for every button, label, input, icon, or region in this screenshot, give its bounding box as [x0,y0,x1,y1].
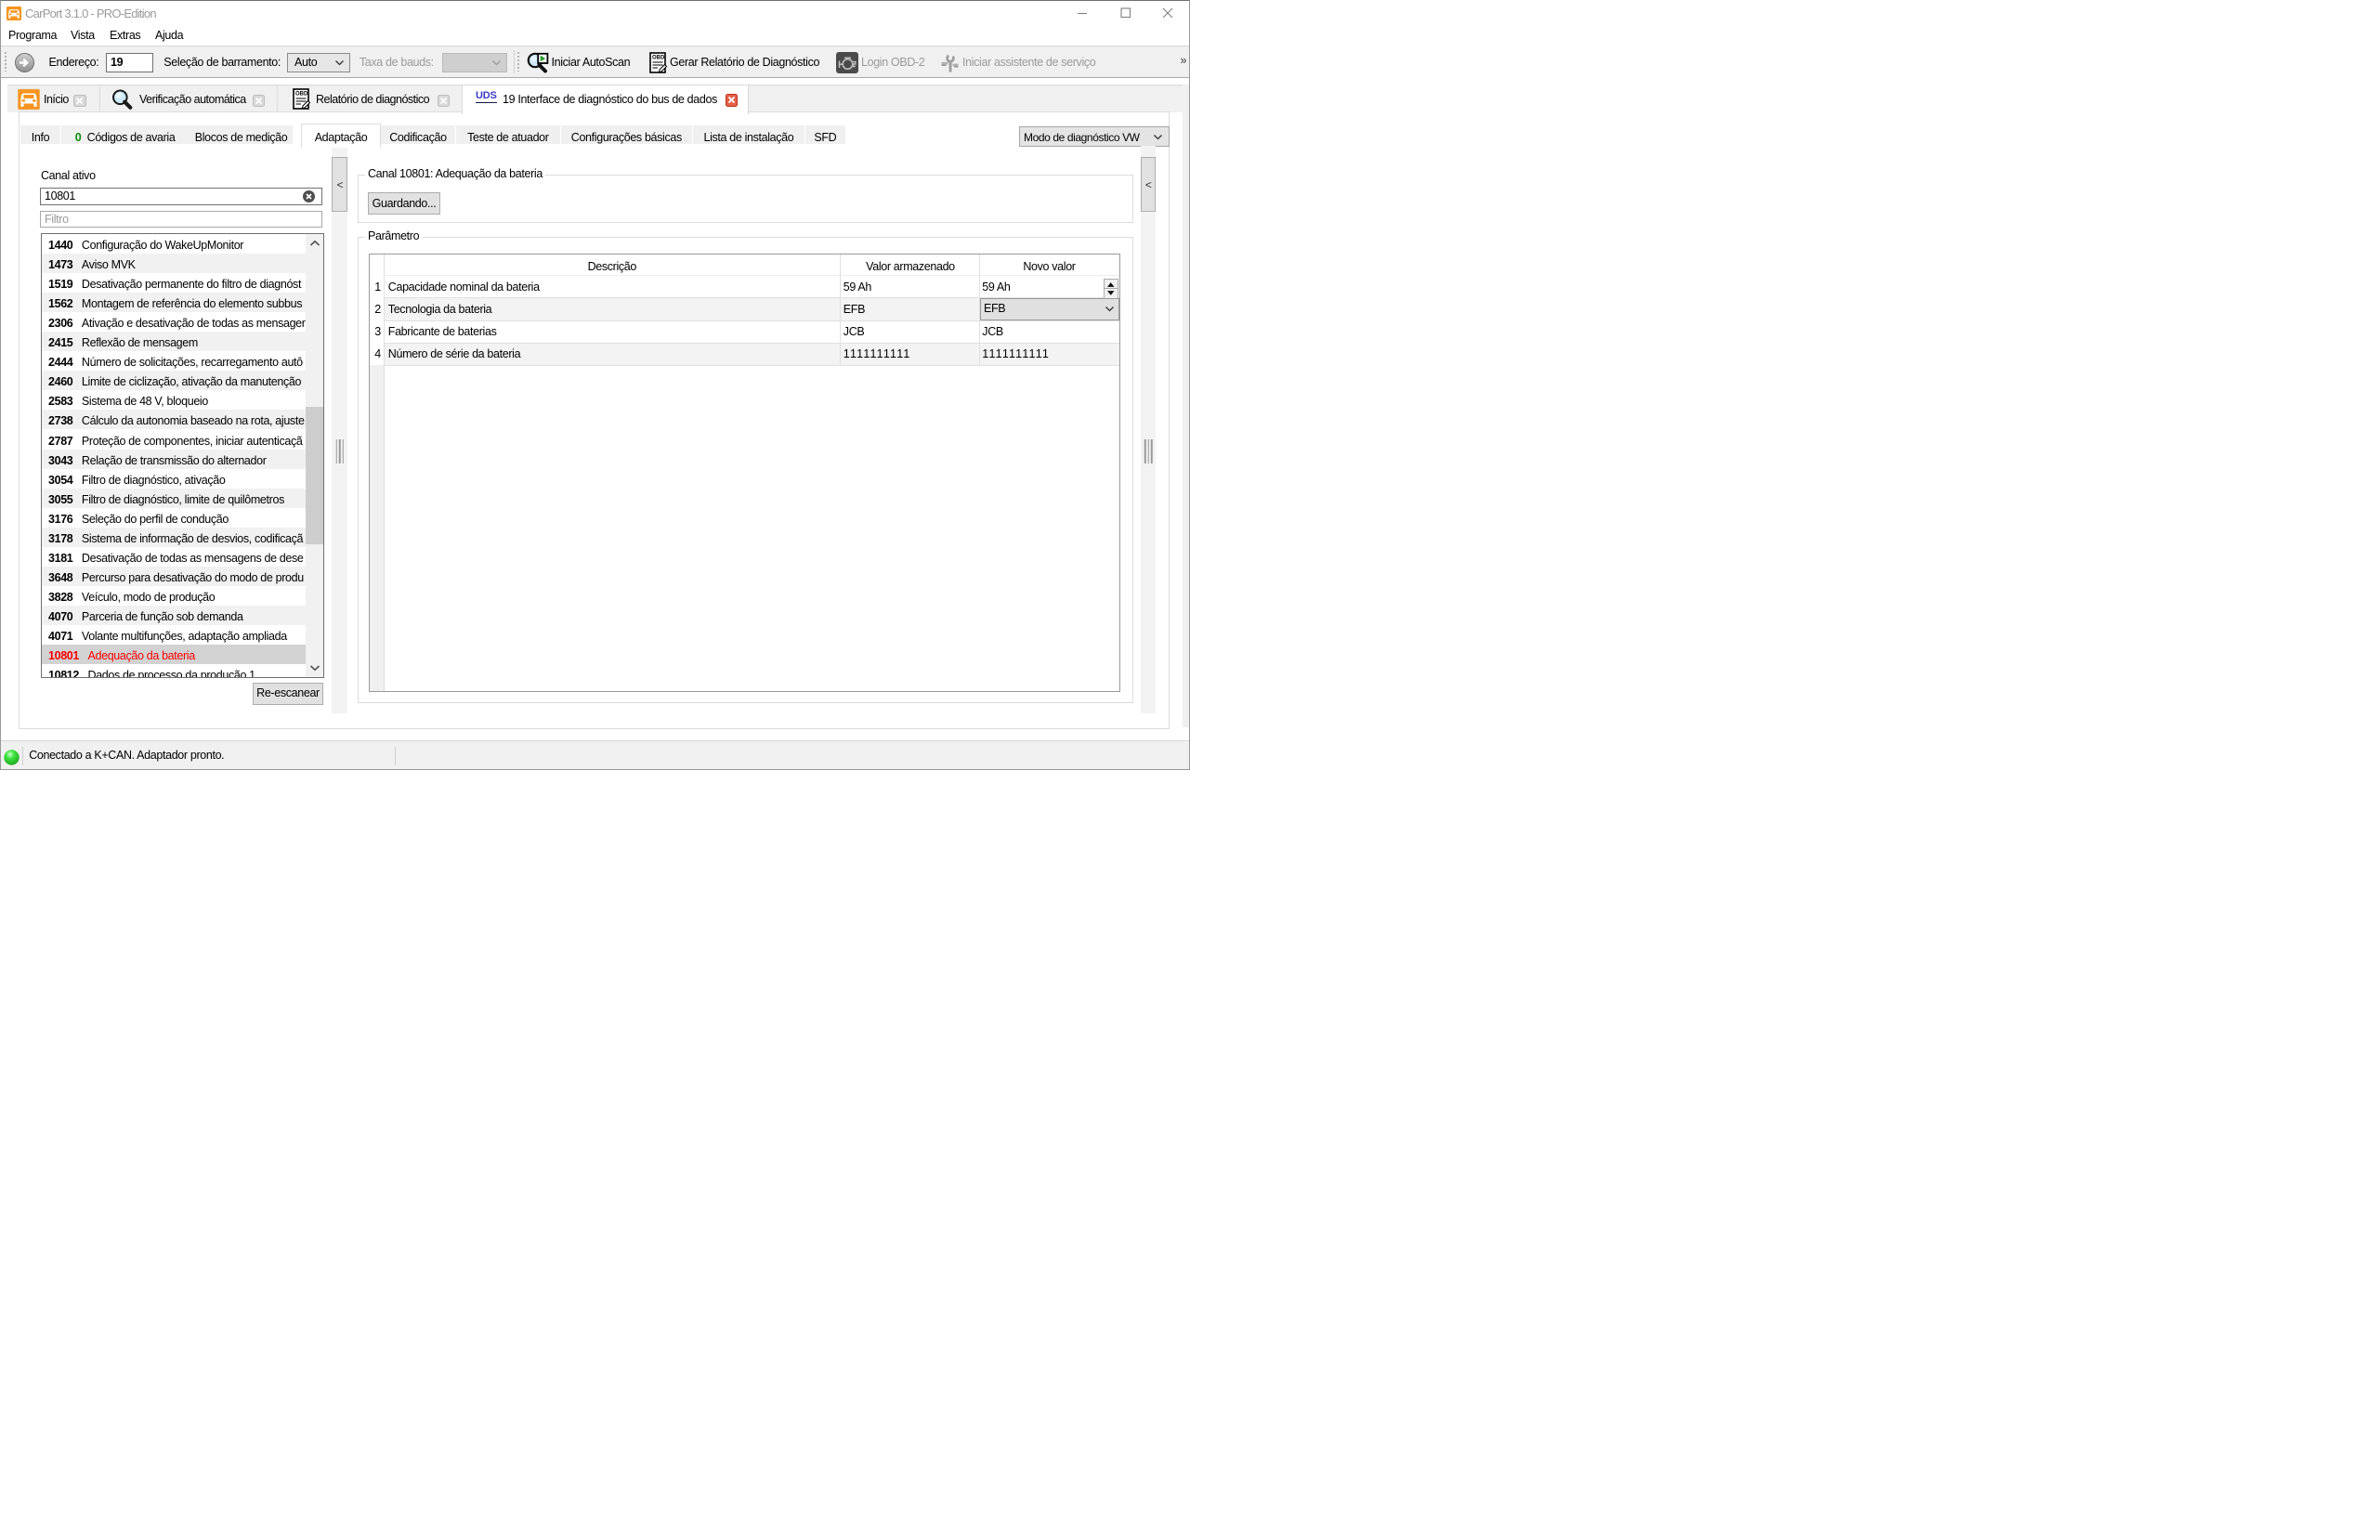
svg-text:OBD: OBD [295,92,308,98]
svg-text:OBD: OBD [652,55,665,60]
